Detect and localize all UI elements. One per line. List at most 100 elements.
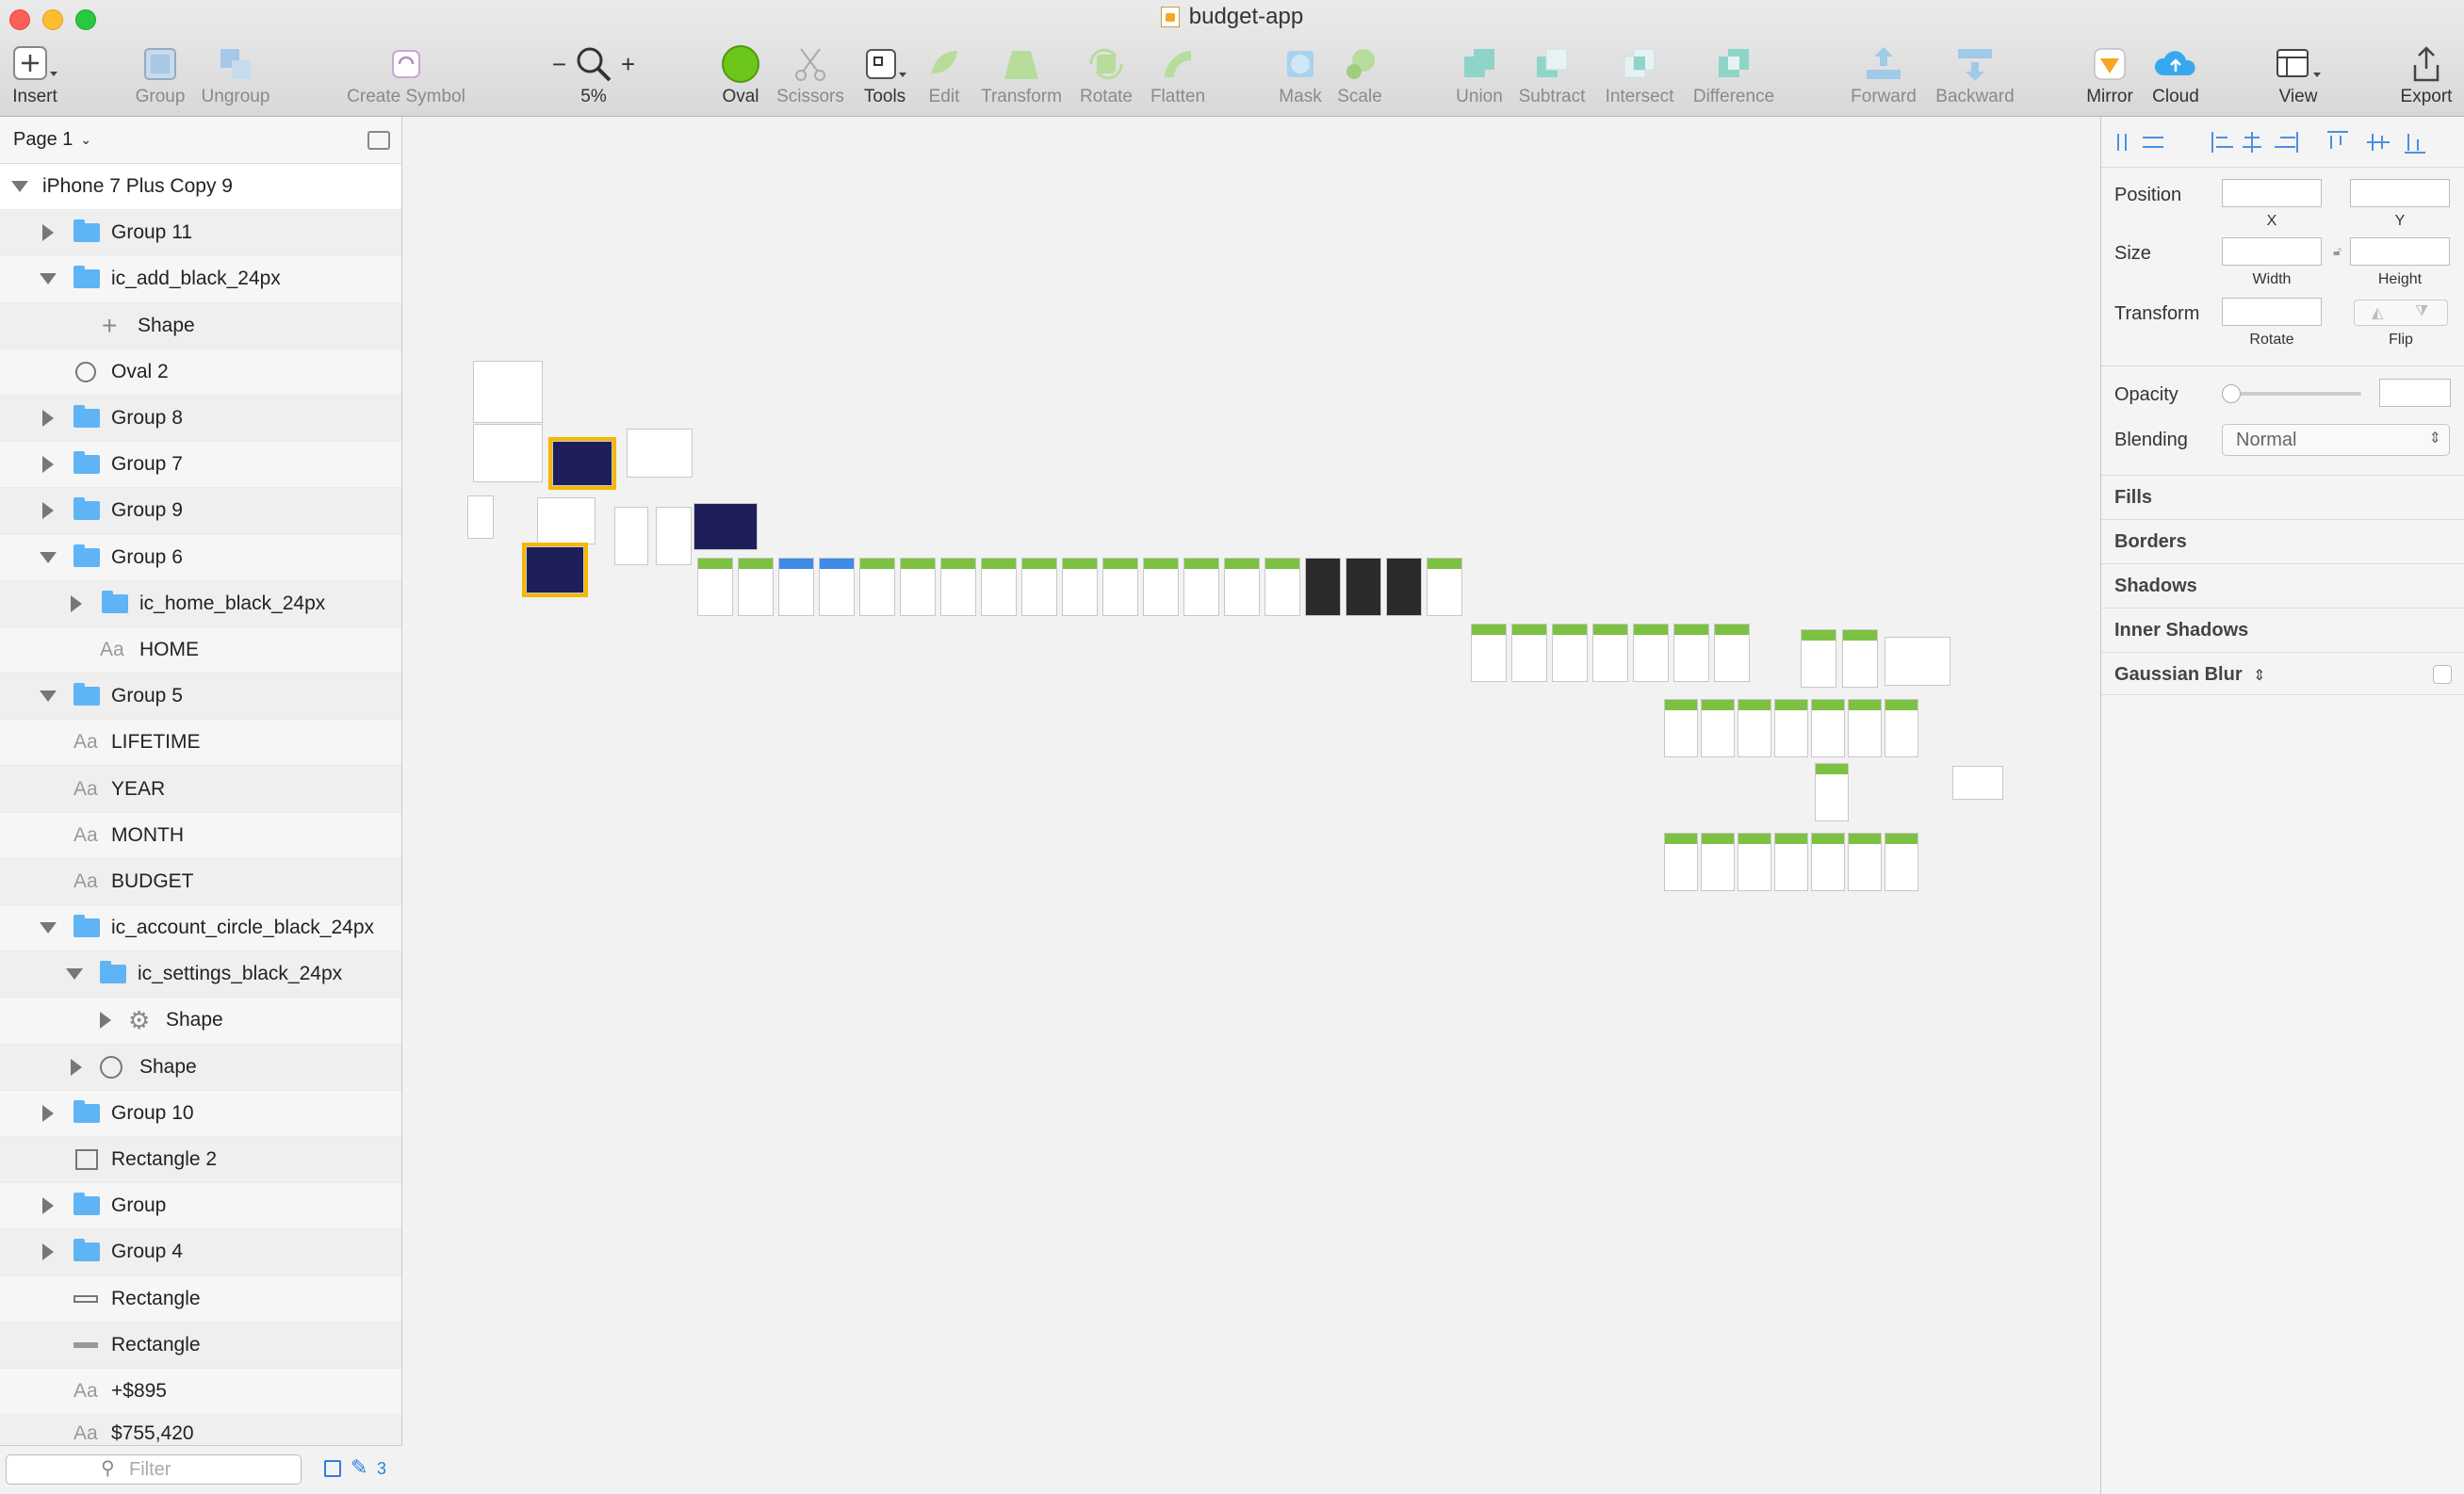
zoom-control[interactable]: − + 5% <box>545 41 643 111</box>
artboard-thumbnail[interactable] <box>1673 624 1709 682</box>
artboard-thumbnail[interactable] <box>1062 558 1098 616</box>
align-icons[interactable] <box>2101 117 2464 168</box>
disclosure-triangle-icon[interactable] <box>42 1197 54 1215</box>
artboard-thumbnail[interactable] <box>548 437 616 490</box>
gaussian-blur-section[interactable]: Gaussian Blur ⇕ <box>2101 652 2464 695</box>
artboard-thumbnail[interactable] <box>1842 629 1878 688</box>
artboard-thumbnail[interactable] <box>819 558 855 616</box>
tools-button[interactable]: Tools <box>856 41 914 111</box>
disclosure-triangle-icon[interactable] <box>42 1104 54 1122</box>
artboard-thumbnail[interactable] <box>1952 766 2003 800</box>
artboard-thumbnail[interactable] <box>900 558 936 616</box>
layer-row[interactable]: Group 7 <box>0 442 401 489</box>
artboard-thumbnail[interactable] <box>738 558 774 616</box>
layer-row[interactable]: ic_home_black_24px <box>0 580 401 627</box>
lock-icon[interactable]: 🔓︎ <box>2333 243 2342 259</box>
disclosure-triangle-icon[interactable] <box>42 224 54 242</box>
artboard-thumbnail[interactable] <box>1183 558 1219 616</box>
artboard-thumbnail[interactable] <box>1386 558 1422 616</box>
disclosure-triangle-icon[interactable] <box>100 1012 111 1030</box>
disclosure-triangle-icon[interactable] <box>42 410 54 428</box>
artboard-thumbnail[interactable] <box>1774 833 1808 891</box>
layer-row[interactable]: ic_settings_black_24px <box>0 951 401 999</box>
cloud-button[interactable]: Cloud <box>2145 41 2207 111</box>
layer-row[interactable]: Shape <box>0 1044 401 1091</box>
position-x-input[interactable] <box>2222 179 2322 207</box>
flip-vertical-icon[interactable]: ⧩ <box>2415 303 2428 320</box>
layer-row[interactable]: Aa MONTH <box>0 813 401 859</box>
layer-row[interactable]: Rectangle 2 <box>0 1136 401 1184</box>
opacity-input[interactable] <box>2379 379 2451 407</box>
difference-button[interactable]: Difference <box>1687 41 1781 111</box>
disclosure-triangle-icon[interactable] <box>42 1243 54 1261</box>
collapse-pages-button[interactable] <box>367 131 390 150</box>
layer-row[interactable]: Rectangle <box>0 1322 401 1369</box>
union-button[interactable]: Union <box>1451 41 1508 111</box>
borders-section[interactable]: Borders <box>2101 519 2464 562</box>
artboard-thumbnail[interactable] <box>859 558 895 616</box>
artboard-thumbnail[interactable] <box>1021 558 1057 616</box>
height-input[interactable] <box>2350 237 2450 266</box>
transform-button[interactable]: Transform <box>976 41 1067 111</box>
layer-row[interactable]: ⚙ Shape <box>0 998 401 1045</box>
blending-select[interactable]: Normal ⇕ <box>2222 424 2450 456</box>
subtract-button[interactable]: Subtract <box>1513 41 1591 111</box>
position-y-input[interactable] <box>2350 179 2450 207</box>
rotate-input[interactable] <box>2222 298 2322 326</box>
layer-row[interactable]: Aa HOME <box>0 627 401 674</box>
layer-row[interactable]: Group 6 <box>0 535 401 581</box>
artboard-thumbnail[interactable] <box>1811 833 1845 891</box>
disclosure-triangle-icon[interactable] <box>42 502 54 520</box>
layer-row[interactable]: Rectangle <box>0 1276 401 1323</box>
layer-row[interactable]: Oval 2 <box>0 349 401 396</box>
layer-row[interactable]: ic_account_circle_black_24px <box>0 905 401 952</box>
artboard-thumbnail[interactable] <box>473 424 543 482</box>
width-input[interactable] <box>2222 237 2322 266</box>
artboard-thumbnail[interactable] <box>467 495 494 539</box>
inner-shadows-section[interactable]: Inner Shadows <box>2101 608 2464 651</box>
disclosure-triangle-icon[interactable] <box>66 968 83 981</box>
artboard-thumbnail[interactable] <box>1801 629 1836 688</box>
artboard-thumbnail[interactable] <box>778 558 814 616</box>
layer-row[interactable]: Group 4 <box>0 1229 401 1276</box>
artboard-thumbnail[interactable] <box>522 543 588 597</box>
layer-row[interactable]: Aa YEAR <box>0 766 401 813</box>
artboard-thumbnail[interactable] <box>1427 558 1462 616</box>
artboard-thumbnail[interactable] <box>1815 763 1849 821</box>
artboard-thumbnail[interactable] <box>1701 833 1735 891</box>
fills-section[interactable]: Fills <box>2101 475 2464 518</box>
symbols-filter-icon[interactable] <box>324 1460 341 1477</box>
scissors-button[interactable]: Scissors <box>773 41 848 111</box>
artboard-thumbnail[interactable] <box>1305 558 1341 616</box>
artboard-thumbnail[interactable] <box>1848 699 1882 757</box>
layer-row[interactable]: Aa +$895 <box>0 1369 401 1416</box>
view-button[interactable]: View <box>2265 41 2331 111</box>
disclosure-triangle-icon[interactable] <box>40 922 57 934</box>
flip-buttons[interactable]: ◭ ⧩ <box>2354 300 2448 326</box>
artboard-thumbnail[interactable] <box>940 558 976 616</box>
layer-row[interactable]: Group 10 <box>0 1091 401 1137</box>
disclosure-triangle-icon[interactable] <box>71 1058 82 1076</box>
artboard-thumbnail[interactable] <box>1265 558 1300 616</box>
group-button[interactable]: Group <box>130 41 190 111</box>
artboard-thumbnail[interactable] <box>1664 833 1698 891</box>
artboard-thumbnail[interactable] <box>697 558 733 616</box>
disclosure-triangle-icon[interactable] <box>71 594 82 612</box>
artboard-thumbnail[interactable] <box>1701 699 1735 757</box>
artboard-thumbnail[interactable] <box>614 507 648 565</box>
artboard-thumbnail[interactable] <box>1811 699 1845 757</box>
artboard-thumbnail[interactable] <box>1102 558 1138 616</box>
layer-row[interactable]: Group 9 <box>0 488 401 535</box>
artboard-thumbnail[interactable] <box>1664 699 1698 757</box>
insert-button[interactable]: Insert <box>6 41 64 111</box>
artboard-thumbnail[interactable] <box>473 361 543 423</box>
scale-button[interactable]: Scale <box>1330 41 1389 111</box>
layer-row[interactable]: Group 5 <box>0 674 401 721</box>
filter-input[interactable]: ⚲ Filter <box>6 1454 302 1485</box>
artboard-thumbnail[interactable] <box>1738 699 1771 757</box>
artboard-thumbnail[interactable] <box>1885 637 1950 686</box>
disclosure-triangle-icon[interactable] <box>40 273 57 285</box>
layer-row[interactable]: ic_add_black_24px <box>0 256 401 303</box>
artboard-thumbnail[interactable] <box>1633 624 1669 682</box>
mask-button[interactable]: Mask <box>1274 41 1327 111</box>
